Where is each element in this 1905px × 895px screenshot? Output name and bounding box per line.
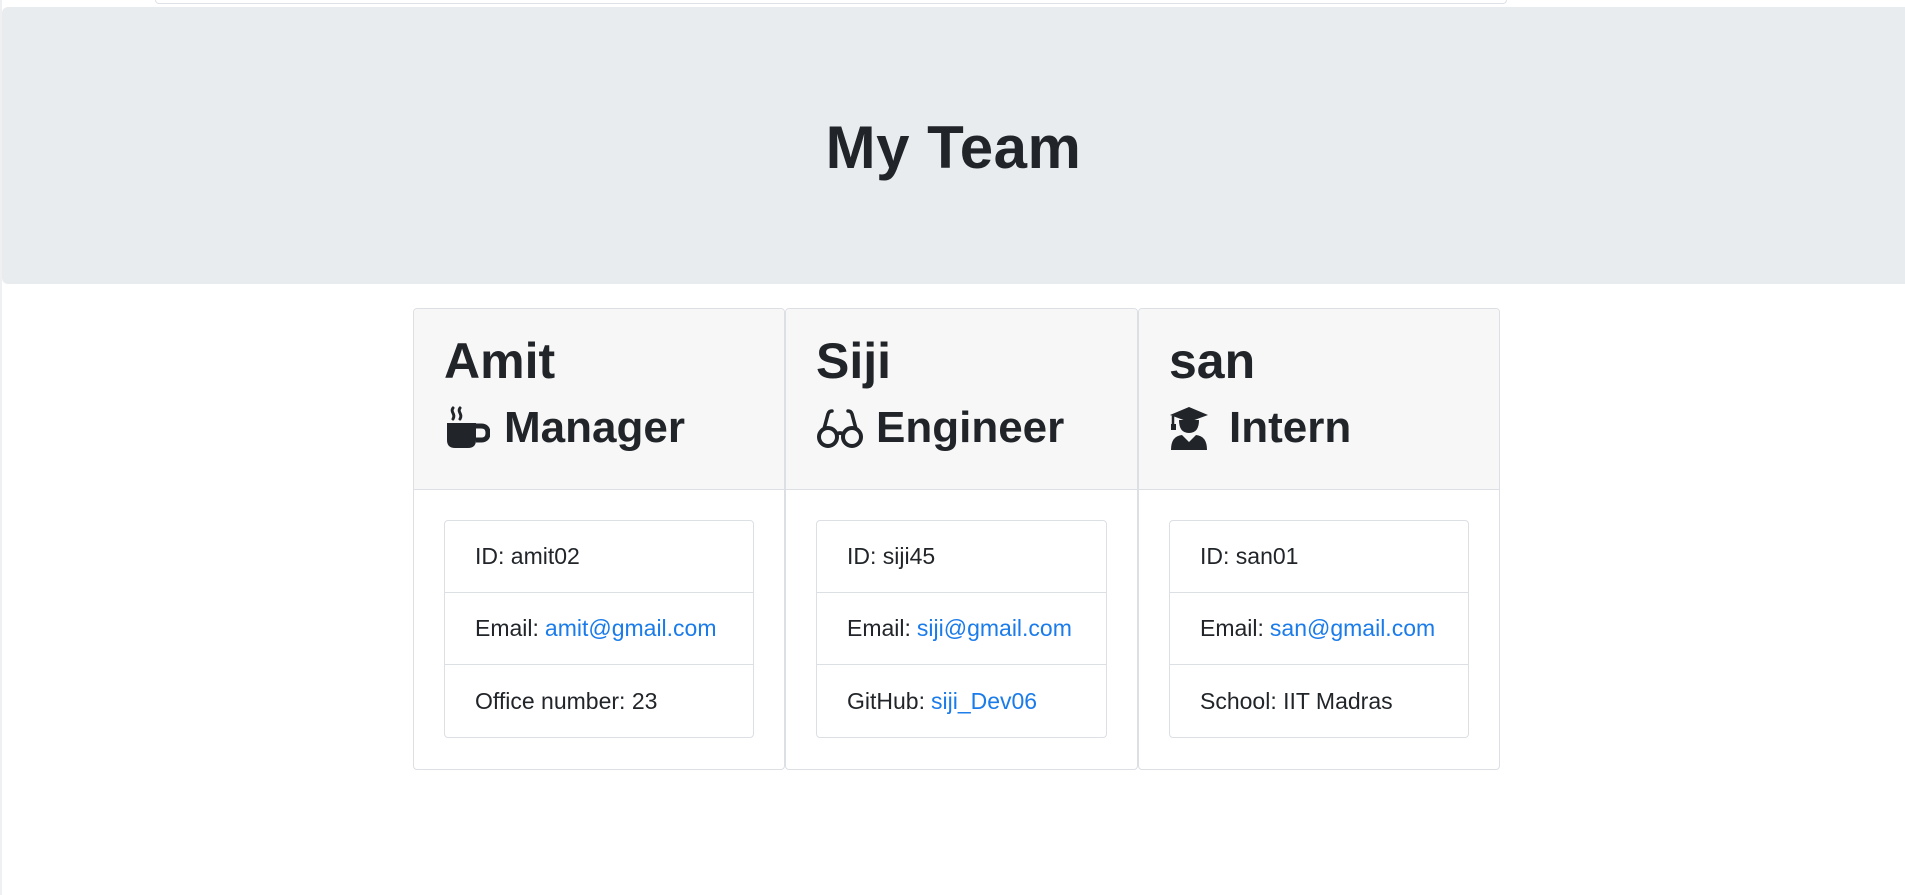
office-number-value: 23 xyxy=(631,687,658,714)
id-row: ID: amit02 xyxy=(445,521,753,593)
github-label: GitHub: xyxy=(847,687,925,714)
email-row: Email: siji@gmail.com xyxy=(817,593,1106,665)
card-header: san Intern xyxy=(1139,309,1499,490)
email-row: Email: amit@gmail.com xyxy=(445,593,753,665)
employee-name: Siji xyxy=(816,333,892,389)
id-value: san01 xyxy=(1235,543,1299,569)
card-body: ID: siji45 Email: siji@gmail.com GitHub:… xyxy=(786,490,1137,768)
employee-role: Manager xyxy=(444,403,784,453)
glasses-icon xyxy=(816,404,864,452)
card-body: ID: san01 Email: san@gmail.com School: I… xyxy=(1139,490,1499,768)
office-number-label: Office number: xyxy=(475,687,626,714)
employee-role: Intern xyxy=(1169,403,1499,453)
id-value: amit02 xyxy=(510,543,580,569)
role-label: Manager xyxy=(504,403,685,452)
employee-name: san xyxy=(1169,333,1256,389)
school-row: School: IIT Madras xyxy=(1170,665,1468,737)
id-label: ID: xyxy=(847,543,877,569)
card-header: Siji Engineer xyxy=(786,309,1137,490)
email-row: Email: san@gmail.com xyxy=(1170,593,1468,665)
header-jumbotron: My Team xyxy=(2,7,1905,284)
employee-info-list: ID: amit02 Email: amit@gmail.com Office … xyxy=(444,520,754,738)
school-value: IIT Madras xyxy=(1283,687,1393,714)
employee-name: Amit xyxy=(444,333,556,389)
employee-info-list: ID: san01 Email: san@gmail.com School: I… xyxy=(1169,520,1469,738)
email-link[interactable]: san@gmail.com xyxy=(1270,615,1435,642)
role-label: Engineer xyxy=(876,403,1065,452)
id-label: ID: xyxy=(1200,543,1230,569)
id-row: ID: san01 xyxy=(1170,521,1468,593)
email-label: Email: xyxy=(1200,615,1264,641)
email-label: Email: xyxy=(475,615,539,641)
employee-card-intern: san Intern ID: san01 Email: san@gmail.co… xyxy=(1138,308,1500,770)
card-body: ID: amit02 Email: amit@gmail.com Office … xyxy=(414,490,784,768)
card-header: Amit Manager xyxy=(414,309,784,490)
email-label: Email: xyxy=(847,615,911,641)
school-label: School: xyxy=(1200,687,1277,714)
id-label: ID: xyxy=(475,543,505,569)
office-number-row: Office number: 23 xyxy=(445,665,753,737)
employee-role: Engineer xyxy=(816,403,1137,453)
github-row: GitHub: siji_Dev06 xyxy=(817,665,1106,737)
id-row: ID: siji45 xyxy=(817,521,1106,593)
user-graduate-icon xyxy=(1169,404,1217,452)
email-link[interactable]: siji@gmail.com xyxy=(917,615,1072,642)
team-cards: Amit Manager ID: amit02 Email: amit@gmai… xyxy=(413,308,1500,770)
role-label: Intern xyxy=(1229,403,1352,452)
page-title: My Team xyxy=(825,114,1082,181)
top-edge-sliver xyxy=(155,0,1507,4)
employee-info-list: ID: siji45 Email: siji@gmail.com GitHub:… xyxy=(816,520,1107,738)
id-value: siji45 xyxy=(882,543,936,569)
mug-hot-icon xyxy=(444,404,492,452)
employee-card-manager: Amit Manager ID: amit02 Email: amit@gmai… xyxy=(413,308,785,770)
github-link[interactable]: siji_Dev06 xyxy=(931,688,1037,715)
email-link[interactable]: amit@gmail.com xyxy=(545,615,717,642)
employee-card-engineer: Siji Engineer ID: siji45 Email: siji@gma… xyxy=(785,308,1138,770)
